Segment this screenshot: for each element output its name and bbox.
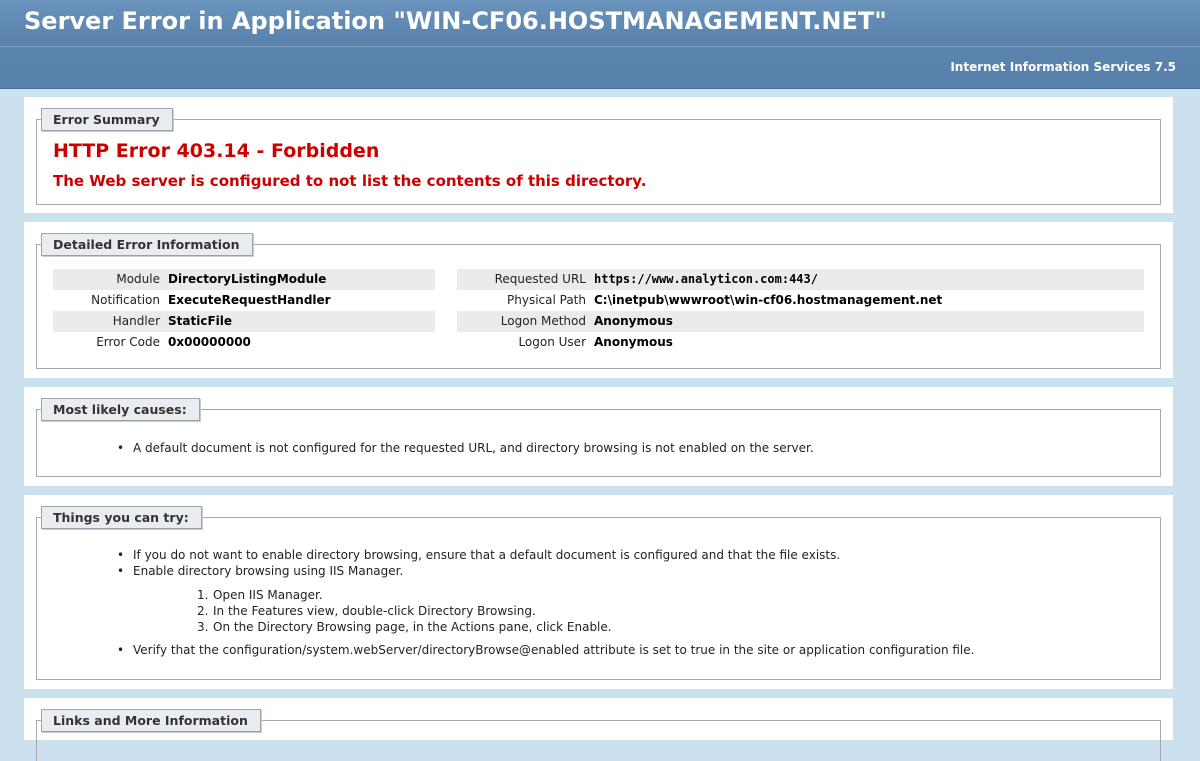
detailed-error-fieldset: Detailed Error Information Module Directo… <box>36 233 1161 369</box>
links-fieldset: Links and More Information <box>36 709 1161 761</box>
causes-list: A default document is not configured for… <box>37 440 814 456</box>
detail-label: Logon User <box>518 335 586 349</box>
list-item: 2. In the Features view, double-click Dir… <box>197 604 536 618</box>
list-item: Verify that the configuration/system.web… <box>37 642 974 658</box>
error-message: The Web server is configured to not list… <box>53 172 647 190</box>
server-version: Internet Information Services 7.5 <box>950 60 1176 74</box>
page-header: Server Error in Application "WIN-CF06.HO… <box>0 0 1200 89</box>
detail-label: Notification <box>91 293 160 307</box>
detail-label: Requested URL <box>494 272 586 286</box>
tries-steps: 1. Open IIS Manager. 2. In the Features vi… <box>37 587 612 635</box>
detail-label: Handler <box>112 314 160 328</box>
detailed-error-legend: Detailed Error Information <box>41 233 253 256</box>
detail-value: 0x00000000 <box>168 335 251 349</box>
error-title: HTTP Error 403.14 - Forbidden <box>53 140 380 162</box>
tries-fieldset: Things you can try: If you do not want t… <box>36 506 1161 680</box>
page-title: Server Error in Application "WIN-CF06.HO… <box>24 7 887 35</box>
detail-value: Anonymous <box>594 335 673 349</box>
header-divider <box>0 46 1200 47</box>
error-summary-legend: Error Summary <box>41 108 173 131</box>
detail-value: C:\inetpub\wwwroot\win-cf06.hostmanageme… <box>594 293 943 307</box>
detail-row-physical-path: Physical Path C:\inetpub\wwwroot\win-cf06… <box>457 290 1144 311</box>
detail-label: Error Code <box>96 335 160 349</box>
list-item: 1. Open IIS Manager. <box>197 588 323 602</box>
detail-value: StaticFile <box>168 314 233 328</box>
detail-value: https://www.analyticon.com:443/ <box>594 272 818 286</box>
error-summary-panel: Error Summary HTTP Error 403.14 - Forbid… <box>24 97 1173 213</box>
detail-row-requested-url: Requested URL https://www.analyticon.com:… <box>457 269 1144 290</box>
tries-list-final: Verify that the configuration/system.web… <box>37 642 974 658</box>
tries-panel: Things you can try: If you do not want t… <box>24 495 1173 689</box>
detail-table-left: Module DirectoryListingModule Notificatio… <box>53 269 435 353</box>
causes-fieldset: Most likely causes: A default document i… <box>36 398 1161 477</box>
causes-panel: Most likely causes: A default document i… <box>24 387 1173 486</box>
causes-legend: Most likely causes: <box>41 398 200 421</box>
detail-row-handler: Handler StaticFile <box>53 311 435 332</box>
detail-row-module: Module DirectoryListingModule <box>53 269 435 290</box>
detail-row-logon-user: Logon User Anonymous <box>457 332 1144 353</box>
detail-label: Logon Method <box>500 314 586 328</box>
detail-label: Physical Path <box>507 293 586 307</box>
detailed-error-panel: Detailed Error Information Module Directo… <box>24 222 1173 378</box>
list-item: 3. On the Directory Browsing page, in the… <box>197 620 612 634</box>
detail-row-error-code: Error Code 0x00000000 <box>53 332 435 353</box>
links-panel: Links and More Information <box>24 698 1173 761</box>
detail-row-logon-method: Logon Method Anonymous <box>457 311 1144 332</box>
links-legend: Links and More Information <box>41 709 261 732</box>
error-summary-fieldset: Error Summary HTTP Error 403.14 - Forbid… <box>36 108 1161 205</box>
detail-value: ExecuteRequestHandler <box>168 293 331 307</box>
list-item: Enable directory browsing using IIS Mana… <box>37 563 840 579</box>
tries-legend: Things you can try: <box>41 506 202 529</box>
list-item: A default document is not configured for… <box>37 440 814 456</box>
tries-list: If you do not want to enable directory b… <box>37 547 840 579</box>
detail-label: Module <box>116 272 160 286</box>
list-item: If you do not want to enable directory b… <box>37 547 840 563</box>
detail-table-right: Requested URL https://www.analyticon.com:… <box>457 269 1144 353</box>
detail-value: DirectoryListingModule <box>168 272 327 286</box>
detail-row-notification: Notification ExecuteRequestHandler <box>53 290 435 311</box>
detail-value: Anonymous <box>594 314 673 328</box>
